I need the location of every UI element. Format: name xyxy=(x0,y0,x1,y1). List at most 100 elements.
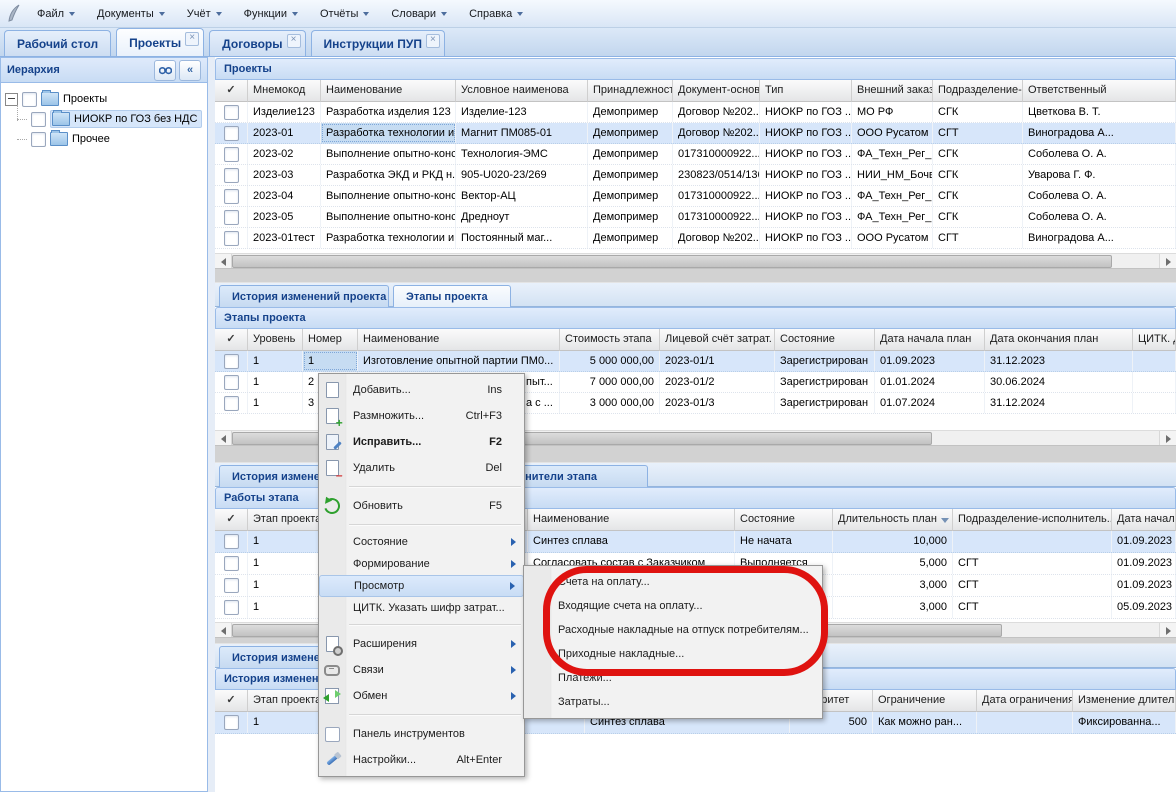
search-binoculars-icon[interactable] xyxy=(154,60,176,81)
scrollbar-thumb[interactable] xyxy=(232,255,1112,268)
row-checkbox[interactable] xyxy=(224,534,239,549)
column-header[interactable]: Ответственный xyxy=(1023,80,1176,102)
column-header[interactable]: Ограничение xyxy=(873,690,977,712)
column-header[interactable]: Наименование xyxy=(321,80,456,102)
row-checkbox[interactable] xyxy=(224,105,239,120)
context-menu-item[interactable]: Просмотр xyxy=(319,575,524,597)
column-header[interactable]: Лицевой счёт затрат. xyxy=(660,329,775,351)
column-header[interactable]: Подразделение-исполнитель.. xyxy=(953,509,1112,531)
row-checkbox[interactable] xyxy=(224,126,239,141)
window-tab[interactable]: Инструкции ПУП× xyxy=(311,30,445,56)
select-all-header[interactable]: ✓ xyxy=(215,509,248,531)
tree-checkbox[interactable] xyxy=(31,112,46,127)
column-header[interactable]: ЦИТК. Д xyxy=(1133,329,1176,351)
column-header[interactable]: Дата начала план xyxy=(875,329,985,351)
row-checkbox[interactable] xyxy=(224,168,239,183)
window-tab[interactable]: Проекты× xyxy=(116,28,204,56)
select-all-header[interactable]: ✓ xyxy=(215,80,248,102)
context-menu-item[interactable]: ЦИТК. Указать шифр затрат... xyxy=(319,597,524,619)
context-menu-item[interactable]: Исправить...F2 xyxy=(319,429,524,455)
table-row[interactable]: 2023-01Разработка технологии и...Магнит … xyxy=(215,123,1176,144)
table-row[interactable]: 2023-05Выполнение опытно-конс...Дредноут… xyxy=(215,207,1176,228)
menubar-item[interactable]: Учёт xyxy=(176,3,233,25)
context-menu-item[interactable]: Расширения xyxy=(319,631,524,657)
column-header[interactable]: Подразделение-от xyxy=(933,80,1023,102)
context-menu-item[interactable]: ОбновитьF5 xyxy=(319,493,524,519)
context-menu-item[interactable]: Состояние xyxy=(319,531,524,553)
row-checkbox[interactable] xyxy=(224,556,239,571)
context-menu-item[interactable]: Обмен xyxy=(319,683,524,709)
context-menu-item[interactable]: Размножить...Ctrl+F3 xyxy=(319,403,524,429)
row-checkbox[interactable] xyxy=(224,578,239,593)
tree-root[interactable]: Проекты xyxy=(5,89,203,109)
scroll-left-icon[interactable] xyxy=(215,623,232,638)
close-icon[interactable]: × xyxy=(287,34,301,48)
column-header[interactable]: Мнемокод xyxy=(248,80,321,102)
collapse-node-icon[interactable] xyxy=(5,93,18,106)
tree-item[interactable]: НИОКР по ГОЗ без НДС xyxy=(31,109,203,129)
column-header[interactable]: Наименование xyxy=(528,509,735,531)
column-header[interactable]: Документ-основан xyxy=(673,80,760,102)
scroll-left-icon[interactable] xyxy=(215,254,232,269)
row-checkbox[interactable] xyxy=(224,375,239,390)
tree-root-label[interactable]: Проекты xyxy=(63,93,107,105)
tree-checkbox[interactable] xyxy=(22,92,37,107)
column-header[interactable]: Состояние xyxy=(775,329,875,351)
column-header[interactable]: Состояние xyxy=(735,509,833,531)
column-header[interactable]: Дата окончания план xyxy=(985,329,1133,351)
column-header[interactable]: Принадлежность xyxy=(588,80,673,102)
table-row[interactable]: 2023-02Выполнение опытно-конс...Технолог… xyxy=(215,144,1176,165)
row-checkbox[interactable] xyxy=(224,600,239,615)
row-checkbox[interactable] xyxy=(224,715,239,730)
row-checkbox[interactable] xyxy=(224,189,239,204)
close-icon[interactable]: × xyxy=(185,32,199,46)
close-icon[interactable]: × xyxy=(426,34,440,48)
row-checkbox[interactable] xyxy=(224,231,239,246)
menubar-item[interactable]: Справка xyxy=(458,3,534,25)
context-menu-item[interactable]: Связи xyxy=(319,657,524,683)
column-header[interactable]: Стоимость этапа xyxy=(560,329,660,351)
section-tab[interactable]: Этапы проекта xyxy=(393,285,511,307)
column-header[interactable]: Условное наименова xyxy=(456,80,588,102)
window-tab[interactable]: Рабочий стол xyxy=(4,30,111,56)
context-menu-item[interactable]: Формирование xyxy=(319,553,524,575)
table-row[interactable]: 2023-04Выполнение опытно-конс...Вектор-А… xyxy=(215,186,1176,207)
context-menu-item[interactable]: УдалитьDel xyxy=(319,455,524,481)
scroll-right-icon[interactable] xyxy=(1159,431,1176,446)
column-header[interactable]: Номер xyxy=(303,329,358,351)
row-checkbox[interactable] xyxy=(224,354,239,369)
table-row[interactable]: 2023-03Разработка ЭКД и РКД н...905-U020… xyxy=(215,165,1176,186)
select-all-header[interactable]: ✓ xyxy=(215,329,248,351)
column-header[interactable]: Наименование xyxy=(358,329,560,351)
table-row[interactable]: 11Изготовление опытной партии ПМ0...5 00… xyxy=(215,351,1176,372)
tree-checkbox[interactable] xyxy=(31,132,46,147)
context-menu-item[interactable]: Панель инструментов xyxy=(319,721,524,747)
row-checkbox[interactable] xyxy=(224,147,239,162)
context-menu-item[interactable]: Настройки...Alt+Enter xyxy=(319,747,524,773)
column-header[interactable]: Дата ограничения xyxy=(977,690,1073,712)
table-row[interactable]: Изделие123Разработка изделия 123Изделие-… xyxy=(215,102,1176,123)
submenu-item[interactable]: Затраты... xyxy=(524,690,822,714)
column-header[interactable]: Дата начала план xyxy=(1112,509,1176,531)
collapse-panel-icon[interactable]: « xyxy=(179,60,201,81)
menubar-item[interactable]: Функции xyxy=(233,3,309,25)
column-header[interactable]: Уровень xyxy=(248,329,303,351)
table-row[interactable]: 2023-01тестРазработка технологии и...Пос… xyxy=(215,228,1176,249)
column-header[interactable]: Тип xyxy=(760,80,852,102)
scroll-left-icon[interactable] xyxy=(215,431,232,446)
scroll-right-icon[interactable] xyxy=(1159,623,1176,638)
column-header[interactable]: Длительность план xyxy=(833,509,953,531)
column-header[interactable]: Изменение длительности xyxy=(1073,690,1176,712)
tree-item[interactable]: Прочее xyxy=(31,129,203,149)
panel-splitter[interactable] xyxy=(208,57,215,792)
context-menu-item[interactable]: Добавить...Ins xyxy=(319,377,524,403)
scroll-right-icon[interactable] xyxy=(1159,254,1176,269)
menubar-item[interactable]: Файл xyxy=(26,3,86,25)
section-tab[interactable]: История изменений проекта xyxy=(219,285,389,307)
menubar-item[interactable]: Словари xyxy=(380,3,458,25)
horizontal-scrollbar[interactable] xyxy=(215,253,1176,268)
select-all-header[interactable]: ✓ xyxy=(215,690,248,712)
menubar-item[interactable]: Отчёты xyxy=(309,3,380,25)
row-checkbox[interactable] xyxy=(224,396,239,411)
column-header[interactable]: Внешний заказчик xyxy=(852,80,933,102)
